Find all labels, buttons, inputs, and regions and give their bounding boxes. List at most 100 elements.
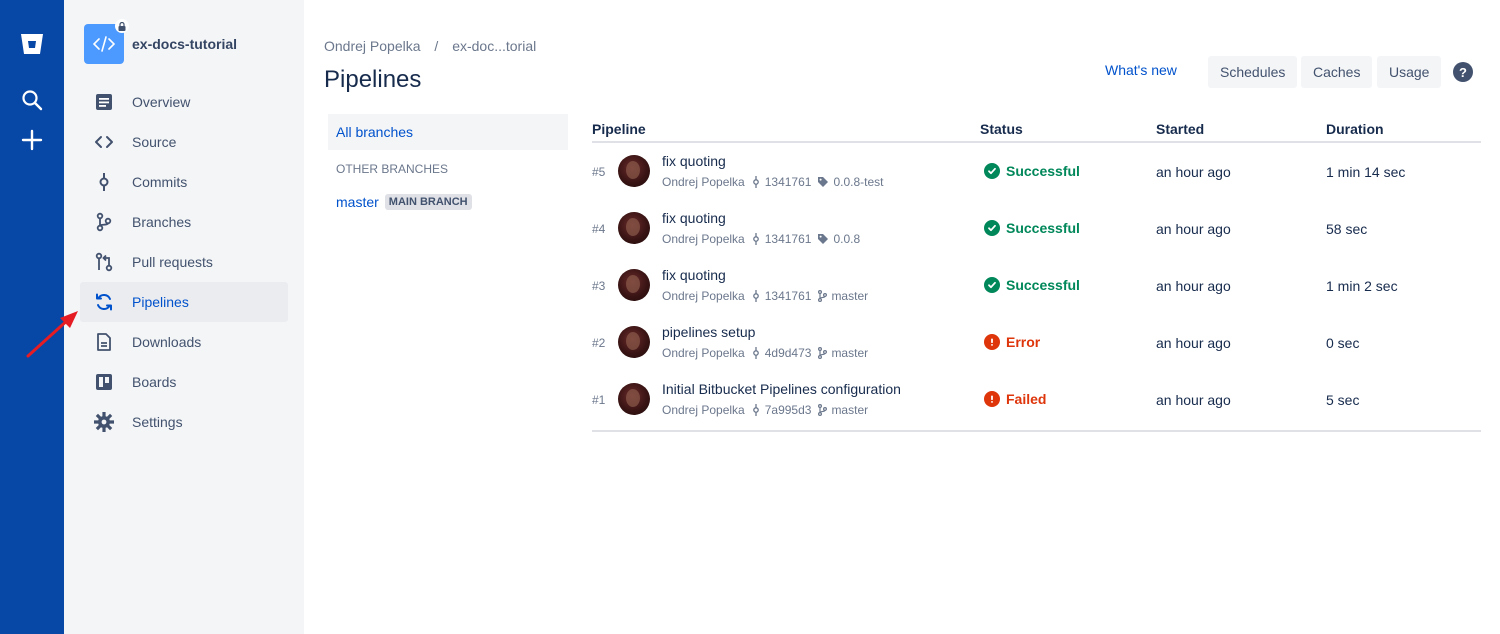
column-header-status: Status <box>980 121 1023 137</box>
sidebar-item-pull-requests[interactable]: Pull requests <box>80 242 288 282</box>
pipeline-number[interactable]: #2 <box>592 336 605 350</box>
create-plus-icon[interactable] <box>18 126 46 154</box>
pipeline-number[interactable]: #3 <box>592 279 605 293</box>
boards-icon <box>92 370 116 394</box>
pipeline-meta: Ondrej Popelka 1341761 0.0.8 <box>662 232 860 246</box>
error-alert-icon <box>984 391 1000 407</box>
bitbucket-logo-icon[interactable] <box>18 30 46 58</box>
branch-item-master[interactable]: master MAIN BRANCH <box>328 194 568 210</box>
commit-hash[interactable]: 4d9d473 <box>765 346 812 360</box>
table-row[interactable]: #5 fix quoting Ondrej Popelka 1341761 0.… <box>592 143 1481 200</box>
author-name: Ondrej Popelka <box>662 175 745 189</box>
settings-icon <box>92 410 116 434</box>
duration: 5 sec <box>1326 392 1360 408</box>
schedules-button[interactable]: Schedules <box>1208 56 1298 88</box>
started-time: an hour ago <box>1156 164 1231 180</box>
search-icon[interactable] <box>18 86 46 114</box>
author-name: Ondrej Popelka <box>662 346 745 360</box>
pipeline-title[interactable]: pipelines setup <box>662 324 755 340</box>
status-label: Successful <box>1006 277 1080 293</box>
caches-button[interactable]: Caches <box>1301 56 1373 88</box>
commit-hash[interactable]: 1341761 <box>765 289 812 303</box>
downloads-icon <box>92 330 116 354</box>
author-name: Ondrej Popelka <box>662 232 745 246</box>
author-avatar <box>618 155 650 187</box>
duration: 1 min 14 sec <box>1326 164 1406 180</box>
author-avatar <box>618 383 650 415</box>
pipeline-number[interactable]: #5 <box>592 165 605 179</box>
commit-hash[interactable]: 7a995d3 <box>765 403 812 417</box>
status-badge[interactable]: Successful <box>984 163 1080 179</box>
ref-name[interactable]: master <box>831 289 868 303</box>
column-header-started: Started <box>1156 121 1205 137</box>
pipeline-meta: Ondrej Popelka 1341761 master <box>662 289 868 303</box>
repo-header[interactable]: ex-docs-tutorial <box>84 19 237 64</box>
sidebar-item-branches[interactable]: Branches <box>80 202 288 242</box>
breadcrumb-owner[interactable]: Ondrej Popelka <box>324 38 421 54</box>
pipelines-icon <box>92 290 116 314</box>
commits-icon <box>92 170 116 194</box>
pipeline-meta: Ondrej Popelka 7a995d3 master <box>662 403 868 417</box>
sidebar-item-downloads[interactable]: Downloads <box>80 322 288 362</box>
branch-icon <box>817 290 828 302</box>
annotation-arrow <box>26 311 78 358</box>
column-header-duration: Duration <box>1326 121 1384 137</box>
sidebar-item-commits[interactable]: Commits <box>80 162 288 202</box>
breadcrumb-repo[interactable]: ex-doc...torial <box>452 38 536 54</box>
sidebar-item-boards[interactable]: Boards <box>80 362 288 402</box>
commit-icon <box>751 404 761 416</box>
whats-new-link[interactable]: What's new <box>1105 62 1177 78</box>
status-badge[interactable]: Successful <box>984 220 1080 236</box>
all-branches-item[interactable]: All branches <box>328 114 568 150</box>
sidebar-item-label: Pull requests <box>132 254 213 270</box>
branches-icon <box>92 210 116 234</box>
pipeline-title[interactable]: fix quoting <box>662 267 726 283</box>
pipelines-table: Pipeline Status Started Duration #5 fix … <box>592 114 1481 432</box>
table-row[interactable]: #1 Initial Bitbucket Pipelines configura… <box>592 371 1481 428</box>
table-row[interactable]: #2 pipelines setup Ondrej Popelka 4d9d47… <box>592 314 1481 371</box>
started-time: an hour ago <box>1156 392 1231 408</box>
ref-name[interactable]: 0.0.8-test <box>833 175 883 189</box>
ref-name[interactable]: master <box>831 346 868 360</box>
success-check-icon <box>984 277 1000 293</box>
sidebar-item-label: Source <box>132 134 177 150</box>
started-time: an hour ago <box>1156 221 1231 237</box>
status-badge[interactable]: Error <box>984 334 1040 350</box>
pipeline-meta: Ondrej Popelka 4d9d473 master <box>662 346 868 360</box>
commit-icon <box>751 290 761 302</box>
sidebar-item-source[interactable]: Source <box>80 122 288 162</box>
table-row[interactable]: #4 fix quoting Ondrej Popelka 1341761 0.… <box>592 200 1481 257</box>
pipeline-title[interactable]: Initial Bitbucket Pipelines configuratio… <box>662 381 901 397</box>
column-header-pipeline: Pipeline <box>592 121 646 137</box>
sidebar-item-label: Boards <box>132 374 177 390</box>
status-badge[interactable]: Failed <box>984 391 1046 407</box>
other-branches-heading: OTHER BRANCHES <box>336 162 449 176</box>
pipeline-title[interactable]: fix quoting <box>662 210 726 226</box>
sidebar-item-overview[interactable]: Overview <box>80 82 288 122</box>
table-row[interactable]: #3 fix quoting Ondrej Popelka 1341761 ma… <box>592 257 1481 314</box>
source-code-icon <box>92 130 116 154</box>
status-label: Error <box>1006 334 1041 350</box>
started-time: an hour ago <box>1156 278 1231 294</box>
author-name: Ondrej Popelka <box>662 403 745 417</box>
pipeline-number[interactable]: #4 <box>592 222 605 236</box>
sidebar-item-label: Branches <box>132 214 192 230</box>
commit-hash[interactable]: 1341761 <box>765 232 812 246</box>
commit-hash[interactable]: 1341761 <box>765 175 812 189</box>
ref-name[interactable]: 0.0.8 <box>833 232 860 246</box>
pipeline-number[interactable]: #1 <box>592 393 605 407</box>
lock-icon <box>115 19 129 33</box>
pipeline-meta: Ondrej Popelka 1341761 0.0.8-test <box>662 175 883 189</box>
commit-icon <box>751 176 761 188</box>
pipeline-title[interactable]: fix quoting <box>662 153 726 169</box>
sidebar-item-label: Commits <box>132 174 188 190</box>
usage-button[interactable]: Usage <box>1377 56 1442 88</box>
sidebar-item-label: Overview <box>132 94 191 110</box>
help-icon[interactable]: ? <box>1453 62 1473 82</box>
overview-icon <box>92 90 116 114</box>
pull-requests-icon <box>92 250 116 274</box>
status-badge[interactable]: Successful <box>984 277 1080 293</box>
ref-name[interactable]: master <box>831 403 868 417</box>
sidebar-item-settings[interactable]: Settings <box>80 402 288 442</box>
sidebar-item-pipelines[interactable]: Pipelines <box>80 282 288 322</box>
